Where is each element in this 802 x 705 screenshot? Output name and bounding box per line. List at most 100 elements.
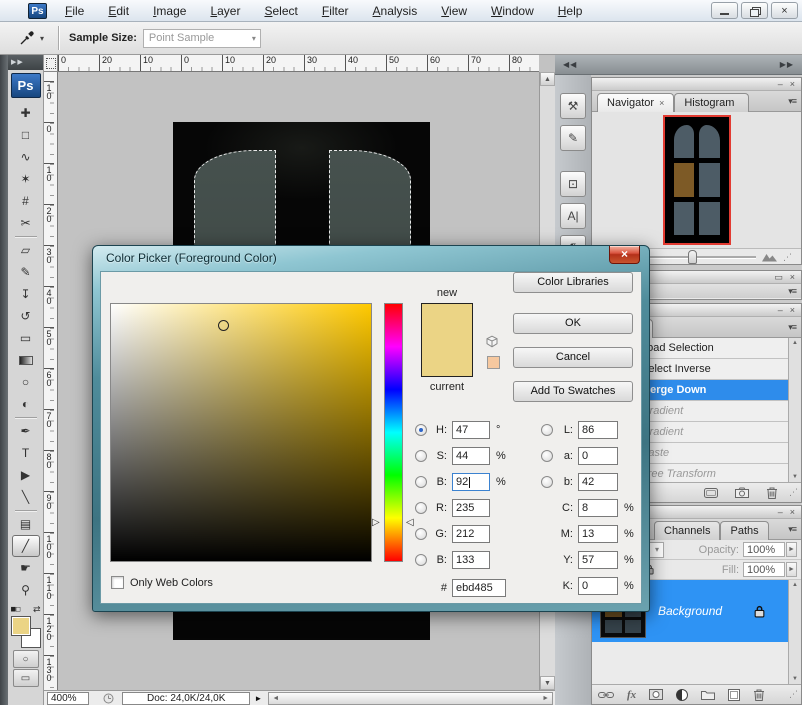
type-tool[interactable]: T: [12, 442, 40, 464]
character-panel-icon[interactable]: A|: [560, 203, 586, 229]
resize-grip[interactable]: ⋰: [783, 252, 792, 263]
field-radio[interactable]: [541, 424, 553, 436]
scroll-down-icon[interactable]: ▼: [792, 676, 798, 682]
eyedropper-tool[interactable]: ╱: [12, 535, 40, 557]
scroll-up-icon[interactable]: ▲: [792, 582, 798, 588]
pen-tool[interactable]: ✒: [12, 420, 40, 442]
close-panel-icon[interactable]: ×: [790, 507, 795, 517]
menu-item[interactable]: Filter: [310, 2, 361, 20]
history-brush-tool[interactable]: ↺: [12, 305, 40, 327]
expand-dock-icon[interactable]: ▶▶: [780, 60, 794, 69]
line-tool[interactable]: ╲: [12, 486, 40, 508]
brush-tool[interactable]: ✎: [12, 261, 40, 283]
panel-menu-icon[interactable]: ▾≡: [788, 286, 796, 297]
hue-slider-arrow-left[interactable]: ▷: [372, 518, 380, 528]
maximize-panel-icon[interactable]: ▭: [774, 272, 783, 283]
menu-item[interactable]: Help: [546, 2, 595, 20]
cancel-button[interactable]: Cancel: [513, 347, 633, 368]
doc-size-indicator[interactable]: Doc: 24,0K/24,0K: [122, 692, 250, 705]
scroll-down-icon[interactable]: ▼: [792, 474, 798, 480]
layer-group-icon[interactable]: [701, 690, 715, 700]
field-input[interactable]: 133: [452, 551, 490, 569]
blur-tool[interactable]: ○: [12, 371, 40, 393]
adjustment-layer-icon[interactable]: [676, 689, 688, 701]
chevron-down-icon[interactable]: ▾: [40, 34, 44, 43]
sample-size-select[interactable]: Point Sample ▾: [143, 29, 261, 48]
healing-brush-tool[interactable]: ▱: [12, 239, 40, 261]
collapse-dock-icon[interactable]: ◀◀: [563, 60, 577, 69]
zoom-tool[interactable]: ⚲: [12, 579, 40, 601]
ruler-origin[interactable]: [44, 55, 58, 72]
field-input[interactable]: 212: [452, 525, 490, 543]
dodge-tool[interactable]: ◐: [12, 393, 40, 415]
field-input[interactable]: 92: [452, 473, 490, 491]
field-radio[interactable]: [415, 528, 427, 540]
magic-wand-tool[interactable]: ✶: [12, 168, 40, 190]
tab-navigator[interactable]: Navigator ×: [597, 93, 674, 112]
field-radio[interactable]: [541, 476, 553, 488]
scroll-up-icon[interactable]: ▲: [540, 72, 555, 86]
ps-logo-button[interactable]: Ps: [11, 73, 41, 98]
opacity-field[interactable]: 100%: [743, 542, 785, 557]
field-radio[interactable]: [415, 502, 427, 514]
trash-icon[interactable]: [766, 486, 778, 499]
navigator-thumbnail[interactable]: [663, 115, 731, 245]
field-input[interactable]: 235: [452, 499, 490, 517]
hand-tool[interactable]: ☛: [12, 557, 40, 579]
field-input[interactable]: 0: [578, 447, 618, 465]
menu-item[interactable]: Image: [141, 2, 198, 20]
tab-paths[interactable]: Paths: [720, 521, 768, 540]
menu-item[interactable]: View: [429, 2, 479, 20]
zoom-in-icon[interactable]: [762, 252, 777, 262]
record-snapshot-icon[interactable]: [735, 487, 749, 498]
panel-menu-icon[interactable]: ▾≡: [788, 524, 796, 535]
field-input[interactable]: 42: [578, 473, 618, 491]
menu-item[interactable]: Select: [252, 2, 309, 20]
field-input[interactable]: 13: [578, 525, 618, 543]
tool-presets-icon[interactable]: ⚒: [560, 93, 586, 119]
default-colors-icon[interactable]: ◼◻: [11, 605, 21, 613]
menu-item[interactable]: Window: [479, 2, 546, 20]
eyedropper-icon[interactable]: [16, 27, 38, 49]
web-gamut-cube-icon[interactable]: [485, 335, 499, 348]
zoom-slider-thumb[interactable]: [688, 250, 697, 264]
eraser-tool[interactable]: ▭: [12, 327, 40, 349]
slice-tool[interactable]: ✂: [12, 212, 40, 234]
tab-histogram[interactable]: Histogram: [674, 93, 749, 112]
dialog-close-button[interactable]: ×: [609, 246, 640, 264]
toolbar-collapse-button[interactable]: ▶▶: [8, 55, 43, 70]
layer-mask-icon[interactable]: [649, 689, 663, 700]
hue-slider[interactable]: [384, 303, 403, 562]
tab-close-icon[interactable]: ×: [659, 98, 664, 108]
gamut-color-swatch[interactable]: [487, 356, 500, 369]
field-radio[interactable]: [415, 476, 427, 488]
color-libraries-button[interactable]: Color Libraries: [513, 272, 633, 293]
fill-flyout-icon[interactable]: ►: [786, 562, 797, 577]
close-panel-icon[interactable]: ×: [790, 305, 795, 315]
field-input[interactable]: 8: [578, 499, 618, 517]
add-to-swatches-button[interactable]: Add To Swatches: [513, 381, 633, 402]
resize-grip[interactable]: ⋰: [789, 487, 798, 498]
scroll-right-icon[interactable]: ►: [542, 695, 549, 702]
panel-menu-icon[interactable]: ▾≡: [788, 322, 796, 333]
color-field-marker[interactable]: [218, 320, 229, 331]
field-radio[interactable]: [415, 450, 427, 462]
field-radio[interactable]: [415, 554, 427, 566]
scroll-up-icon[interactable]: ▲: [792, 340, 798, 346]
minimize-panel-icon[interactable]: –: [778, 79, 783, 89]
close-button[interactable]: ×: [771, 2, 798, 19]
clone-stamp-tool[interactable]: ↧: [12, 283, 40, 305]
field-input[interactable]: 57: [578, 551, 618, 569]
actions-scrollbar[interactable]: ▲ ▼: [788, 338, 801, 482]
field-input[interactable]: 86: [578, 421, 618, 439]
field-input[interactable]: 44: [452, 447, 490, 465]
restore-button[interactable]: [741, 2, 768, 19]
close-panel-icon[interactable]: ×: [790, 272, 795, 282]
status-flyout-arrow[interactable]: ►: [254, 694, 262, 703]
trash-icon[interactable]: [753, 688, 765, 701]
menu-item[interactable]: Analysis: [361, 2, 430, 20]
layer-name[interactable]: Background: [658, 604, 722, 618]
only-web-colors-checkbox[interactable]: [111, 576, 124, 589]
hue-slider-arrow-right[interactable]: ◁: [406, 518, 414, 528]
layers-scrollbar[interactable]: ▲ ▼: [788, 580, 801, 684]
